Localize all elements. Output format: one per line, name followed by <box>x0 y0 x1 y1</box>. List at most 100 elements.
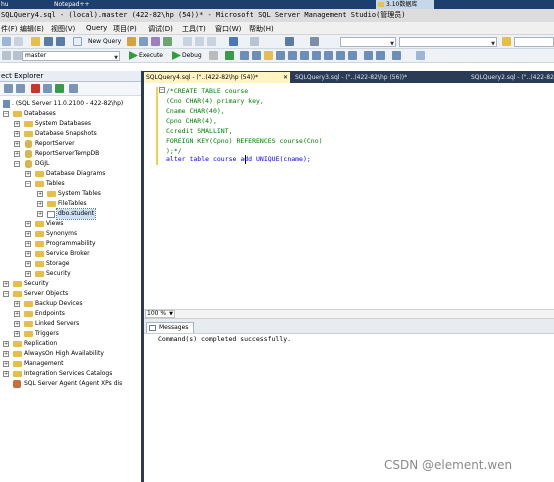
connect-icon[interactable] <box>4 84 13 93</box>
expand-icon[interactable]: + <box>3 351 9 357</box>
sync-icon[interactable] <box>69 84 78 93</box>
filter-icon[interactable] <box>43 84 52 93</box>
expand-icon[interactable]: + <box>14 311 20 317</box>
find-icon[interactable] <box>502 37 511 46</box>
parse-icon[interactable] <box>225 51 234 60</box>
xmla-query-icon[interactable] <box>163 37 172 46</box>
cancel-query-icon[interactable] <box>209 51 218 60</box>
display-estimated-plan-icon[interactable] <box>240 51 249 60</box>
taskbar-notepad-label[interactable]: Notepad++ <box>54 1 90 8</box>
new-item-icon[interactable] <box>14 37 23 46</box>
solution-explorer-icon[interactable] <box>310 37 319 46</box>
tab-messages[interactable]: Messages <box>146 322 194 333</box>
expand-icon[interactable]: + <box>14 131 20 137</box>
expand-icon[interactable]: + <box>14 321 20 327</box>
expand-icon[interactable]: + <box>14 121 20 127</box>
expand-icon[interactable]: + <box>37 191 43 197</box>
expand-icon[interactable]: + <box>25 231 31 237</box>
object-explorer-toolbar <box>0 82 141 96</box>
tab-sqlquery4[interactable]: SQLQuery4.sql - ("..(422-82\hp (54))* ✕ <box>144 72 290 83</box>
execute-button[interactable]: Execute <box>139 52 163 59</box>
expand-icon[interactable]: + <box>14 151 20 157</box>
toolbar-options-icon[interactable] <box>416 51 425 60</box>
find-combo[interactable]: ▼ <box>399 37 497 47</box>
query-designer-icon[interactable] <box>252 51 261 60</box>
menu-tools[interactable]: 工具(T) <box>182 24 206 34</box>
solution-config-select[interactable]: ▼ <box>340 37 396 47</box>
database-engine-query-icon[interactable] <box>127 37 136 46</box>
debug-icon[interactable] <box>172 51 181 60</box>
redo-icon[interactable] <box>250 37 259 46</box>
collapse-icon[interactable]: − <box>3 291 9 297</box>
collapse-icon[interactable]: − <box>3 111 9 117</box>
expand-icon[interactable]: + <box>3 281 9 287</box>
taskbar-folder[interactable]: 3.10数据库 <box>376 0 434 9</box>
specify-values-icon[interactable] <box>392 51 401 60</box>
collapse-icon[interactable]: − <box>14 161 20 167</box>
collapse-icon[interactable]: − <box>159 87 165 93</box>
new-query-icon[interactable] <box>73 37 82 46</box>
menu-view[interactable]: 视图(V) <box>51 24 75 34</box>
expand-icon[interactable]: + <box>3 361 9 367</box>
debug-button[interactable]: Debug <box>182 52 202 59</box>
tab-sqlquery3[interactable]: SQLQuery3.sql - ("..(422-82\hp (56))* <box>293 72 427 83</box>
open-file-icon[interactable] <box>31 37 40 46</box>
code-line: Ccredit SMALLINT, <box>166 127 233 135</box>
decrease-indent-icon[interactable] <box>364 51 373 60</box>
collapse-icon[interactable]: − <box>25 181 31 187</box>
expand-icon[interactable]: + <box>14 331 20 337</box>
uncomment-icon[interactable] <box>348 51 357 60</box>
stop-icon[interactable] <box>31 84 40 93</box>
change-connection-icon[interactable] <box>13 51 22 60</box>
navigate-icon[interactable] <box>285 37 294 46</box>
menu-query[interactable]: Query <box>86 24 107 32</box>
live-stats-icon[interactable] <box>276 51 285 60</box>
menu-project[interactable]: 项目(P) <box>113 24 137 34</box>
query-editor[interactable]: − /*CREATE TABLE course (Cno CHAR(4) pri… <box>144 83 554 309</box>
menu-debug[interactable]: 调试(D) <box>148 24 173 34</box>
expand-icon[interactable]: + <box>3 371 9 377</box>
client-stats-icon[interactable] <box>288 51 297 60</box>
expand-icon[interactable]: + <box>25 221 31 227</box>
undo-icon[interactable] <box>229 37 238 46</box>
menu-window[interactable]: 窗口(W) <box>215 24 241 34</box>
toolbar-extra-combo[interactable] <box>514 37 554 47</box>
results-to-grid-icon[interactable] <box>312 51 321 60</box>
refresh-icon[interactable] <box>55 84 64 93</box>
copy-icon[interactable] <box>195 37 204 46</box>
disconnect-icon[interactable] <box>16 84 25 93</box>
save-icon[interactable] <box>44 37 53 46</box>
cut-icon[interactable] <box>183 37 192 46</box>
comment-icon[interactable] <box>336 51 345 60</box>
results-to-text-icon[interactable] <box>300 51 309 60</box>
expand-icon[interactable]: + <box>37 211 43 217</box>
close-icon[interactable]: ✕ <box>283 72 288 83</box>
expand-icon[interactable]: + <box>25 261 31 267</box>
expand-icon[interactable]: + <box>3 341 9 347</box>
menu-file[interactable]: 件(F) <box>1 24 18 34</box>
zoom-select[interactable]: 100 % ▼ <box>145 310 175 318</box>
expand-icon[interactable]: + <box>25 271 31 277</box>
increase-indent-icon[interactable] <box>376 51 385 60</box>
menu-edit[interactable]: 编辑(E) <box>20 24 44 34</box>
paste-icon[interactable] <box>207 37 216 46</box>
save-all-icon[interactable] <box>56 37 65 46</box>
expand-icon[interactable]: + <box>37 201 43 207</box>
taskbar-item-label[interactable]: hu <box>1 1 9 8</box>
expand-icon[interactable]: + <box>25 171 31 177</box>
expand-icon[interactable]: + <box>14 301 20 307</box>
navigate-back-icon[interactable] <box>2 37 11 46</box>
tab-sqlquery2[interactable]: SQLQuery2.sql - ("..(422-82\hp <box>469 72 554 83</box>
execute-icon[interactable] <box>129 51 138 60</box>
include-plan-icon[interactable] <box>264 51 273 60</box>
new-query-button[interactable]: New Query <box>88 38 121 45</box>
mdx-query-icon[interactable] <box>151 37 160 46</box>
analysis-query-icon[interactable] <box>139 37 148 46</box>
menu-help[interactable]: 帮助(H) <box>249 24 274 34</box>
expand-icon[interactable]: + <box>25 241 31 247</box>
expand-icon[interactable]: + <box>14 141 20 147</box>
results-to-file-icon[interactable] <box>324 51 333 60</box>
expand-icon[interactable]: + <box>25 251 31 257</box>
connect-icon[interactable] <box>2 51 11 60</box>
available-databases-select[interactable]: master ▼ <box>22 51 120 61</box>
